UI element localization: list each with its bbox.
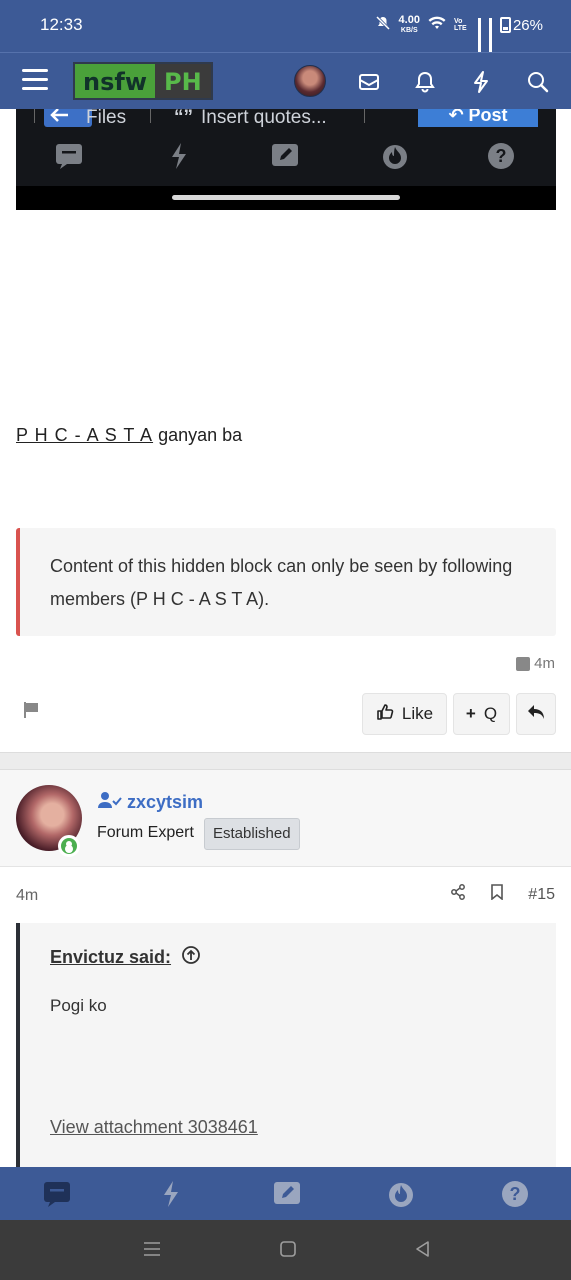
- post-timestamp[interactable]: 4m: [16, 887, 38, 905]
- user-title: Forum Expert: [97, 824, 194, 841]
- logo-left: nsfw: [75, 64, 155, 98]
- help-icon: ?: [486, 141, 516, 171]
- battery-icon: [499, 17, 511, 33]
- quote-body: Pogi ko: [50, 996, 107, 1015]
- thumbs-up-icon: [376, 703, 394, 726]
- status-time: 12:33: [40, 15, 83, 34]
- reply-icon: [526, 703, 546, 726]
- bookmark-icon[interactable]: [490, 884, 504, 905]
- share-icon[interactable]: [450, 884, 466, 905]
- bottom-nav: ?: [0, 1167, 571, 1220]
- status-icons: 4.00 KB/S Vo LTE 26%: [375, 13, 543, 56]
- username: zxcytsim: [127, 792, 204, 812]
- like-button[interactable]: Like: [362, 693, 447, 735]
- bolt-icon: [164, 141, 194, 171]
- embed-post-button: ↶ Post: [418, 109, 538, 127]
- wifi-icon: [428, 16, 446, 34]
- edit-pencil-icon: [516, 656, 531, 671]
- post-meta-actions: #15: [450, 884, 555, 905]
- embed-toolbar: Files “” Insert quotes... ↶ Post: [16, 109, 556, 129]
- post-user-header: zxcytsim Forum Expert Established: [0, 770, 571, 867]
- embed-gesture-handle: [172, 195, 400, 200]
- avatar[interactable]: [294, 65, 326, 97]
- status-bar: 12:33 4.00 KB/S Vo LTE 26%: [0, 0, 571, 56]
- bell-icon[interactable]: [412, 69, 438, 95]
- site-logo[interactable]: nsfw PH: [73, 62, 213, 100]
- embed-quotes-text: Insert quotes...: [201, 109, 327, 128]
- search-icon[interactable]: [525, 69, 551, 95]
- hidden-content-block: Content of this hidden block can only be…: [16, 528, 556, 636]
- reply-arrow-icon: ↶: [448, 109, 464, 125]
- arrow-up-circle-icon[interactable]: [181, 945, 201, 970]
- like-label: Like: [401, 704, 434, 723]
- volte-icon: Vo LTE: [453, 18, 467, 32]
- mail-icon[interactable]: [356, 69, 382, 95]
- net-speed-value: 4.00: [398, 13, 420, 26]
- quote-glyph-icon: “”: [174, 109, 193, 128]
- post-text-body: ganyan ba: [153, 425, 243, 445]
- mute-icon: [375, 15, 391, 35]
- quote-button[interactable]: + Q: [453, 693, 510, 735]
- edit-icon[interactable]: [272, 1179, 302, 1209]
- system-nav-bar: [0, 1220, 571, 1280]
- help-icon[interactable]: ?: [500, 1179, 530, 1209]
- chat-icon: [54, 141, 84, 171]
- plus-icon: +: [465, 704, 476, 723]
- post-divider: [0, 752, 571, 770]
- embedded-screenshot: Files “” Insert quotes... ↶ Post ?: [16, 109, 556, 210]
- battery-indicator: 26%: [499, 16, 543, 34]
- embed-quotes-label: “” Insert quotes...: [174, 109, 327, 129]
- user-mention-link[interactable]: P H C - A S T A: [16, 425, 153, 445]
- signal-icon-1: [477, 18, 481, 56]
- attachment-link[interactable]: View attachment 3038461: [50, 1117, 258, 1138]
- user-check-icon: [97, 791, 123, 814]
- last-edited[interactable]: 4m: [516, 655, 555, 672]
- logo-right: PH: [154, 64, 211, 98]
- reply-button[interactable]: [516, 693, 556, 735]
- embed-files-button: [44, 109, 92, 127]
- report-flag-icon[interactable]: [22, 700, 42, 720]
- embed-post-label: Post: [468, 109, 508, 125]
- quote-block: Envictuz said: Pogi ko View attachment 3…: [16, 923, 556, 1173]
- net-speed-unit: KB/S: [400, 26, 418, 34]
- quote-author: Envictuz said:: [50, 947, 172, 967]
- user-rank-badge: Established: [204, 818, 300, 850]
- quote-author-link[interactable]: Envictuz said:: [50, 945, 526, 970]
- chat-icon[interactable]: [42, 1179, 72, 1209]
- username-link[interactable]: zxcytsim: [97, 791, 203, 814]
- svg-text:?: ?: [496, 146, 507, 166]
- edited-time: 4m: [534, 655, 555, 672]
- menu-icon[interactable]: [22, 69, 48, 91]
- back-icon[interactable]: [414, 1240, 432, 1264]
- online-status-icon: [58, 835, 80, 857]
- post-number-link[interactable]: #15: [528, 886, 555, 904]
- embed-files-label: Files: [86, 109, 127, 128]
- app-header: nsfw PH: [0, 52, 571, 109]
- svg-text:?: ?: [510, 1184, 521, 1204]
- net-speed: 4.00 KB/S: [398, 13, 420, 35]
- fire-icon: [380, 141, 410, 171]
- signal-icon-2: [488, 18, 492, 56]
- home-icon[interactable]: [279, 1240, 297, 1264]
- fire-icon[interactable]: [386, 1179, 416, 1209]
- bolt-icon[interactable]: [156, 1179, 186, 1209]
- battery-percent: 26%: [512, 16, 543, 34]
- edit-icon: [270, 141, 300, 171]
- bolt-icon[interactable]: [468, 69, 494, 95]
- recent-apps-icon[interactable]: [143, 1240, 161, 1264]
- quote-label: Q: [483, 704, 498, 723]
- post-text: P H C - A S T A ganyan ba: [16, 425, 242, 446]
